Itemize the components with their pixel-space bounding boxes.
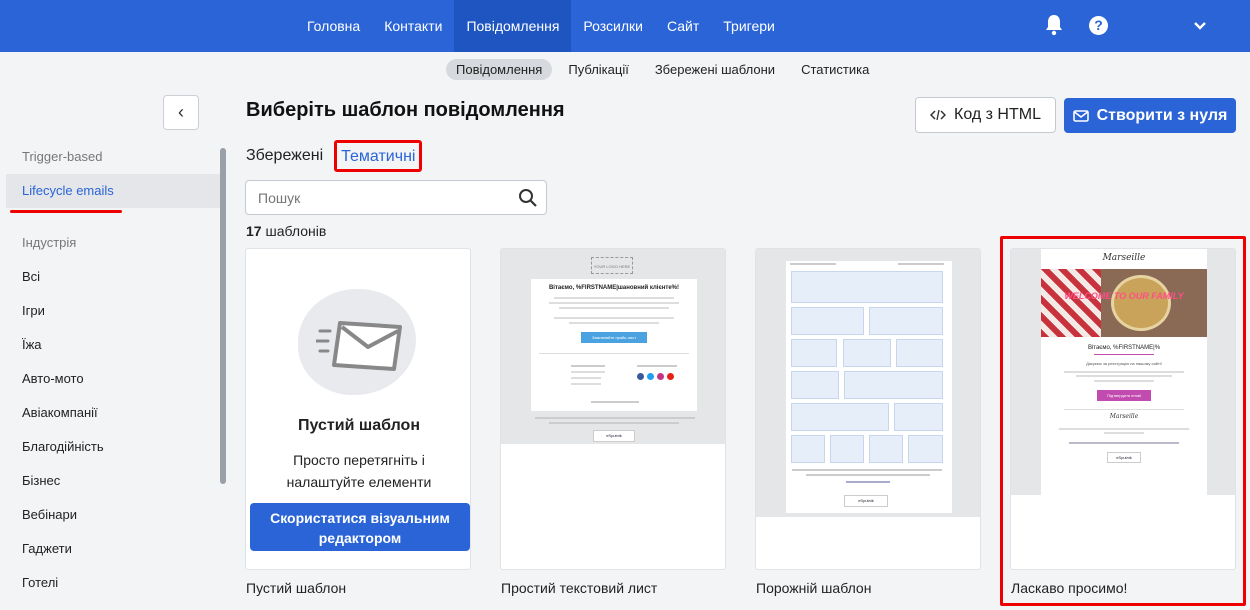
sidebar-item-all[interactable]: Всі [0, 260, 220, 294]
sidebar-item-charity[interactable]: Благодійність [0, 430, 220, 464]
templates-count-label: шаблонів [265, 223, 327, 239]
sidebar-section-industry: Індустрія [22, 235, 77, 250]
search-icon[interactable] [518, 188, 538, 208]
html-code-button[interactable]: Код з HTML [915, 97, 1056, 133]
subnav-item-saved-templates[interactable]: Збережені шаблони [645, 59, 785, 80]
tab-saved[interactable]: Збережені [246, 147, 323, 165]
template-card-blank-layout[interactable]: eSputnik [755, 248, 981, 570]
chevron-left-icon: ‹ [178, 102, 184, 122]
sidebar-scrollbar[interactable] [220, 148, 226, 484]
envelope-icon [1072, 109, 1089, 122]
nav-item-campaigns[interactable]: Розсилки [571, 0, 655, 52]
collapse-sidebar-button[interactable]: ‹ [163, 95, 199, 130]
sub-navigation: Повідомлення Публікації Збережені шаблон… [446, 59, 879, 80]
chevron-down-icon[interactable] [1193, 19, 1207, 33]
highlight-box [1000, 236, 1246, 606]
sidebar-item-trigger-based[interactable]: Trigger-based [0, 140, 220, 174]
brand-logo: eSputnik [844, 495, 888, 507]
twitter-icon [647, 373, 654, 380]
sidebar-item-hotels[interactable]: Готелі [0, 566, 220, 600]
sidebar-item-auto-moto[interactable]: Авто-мото [0, 362, 220, 396]
search-input[interactable] [246, 181, 496, 214]
sidebar-item-business[interactable]: Бізнес [0, 464, 220, 498]
code-icon [930, 109, 946, 121]
empty-template-title: Пустий шаблон [298, 417, 420, 434]
subnav-item-publications[interactable]: Публікації [558, 59, 638, 80]
preview-cta: Замовляйте прайс-лист [581, 332, 647, 343]
tab-thematic[interactable]: Тематичні [334, 140, 423, 172]
sidebar-item-lifecycle-emails[interactable]: Lifecycle emails [6, 174, 220, 213]
active-underline [10, 210, 122, 213]
sidebar-item-food[interactable]: Їжа [0, 328, 220, 362]
nav-item-triggers[interactable]: Тригери [711, 0, 787, 52]
subnav-item-messages[interactable]: Повідомлення [446, 59, 553, 80]
template-card-simple-text[interactable]: YOUR LOGO HERE Вітаємо, %FIRSTNAME|шанов… [500, 248, 726, 570]
template-card-empty[interactable]: Пустий шаблон Просто перетягніть і налаш… [245, 248, 471, 570]
sidebar-item-airlines[interactable]: Авіакомпанії [0, 396, 220, 430]
template-caption: Порожній шаблон [756, 580, 872, 596]
empty-template-description: Просто перетягніть і налаштуйте елементи [286, 452, 432, 490]
help-icon[interactable]: ? [1089, 16, 1108, 35]
html-code-button-label: Код з HTML [954, 106, 1041, 123]
sidebar-item-games[interactable]: Ігри [0, 294, 220, 328]
instagram-icon [657, 373, 664, 380]
create-button-label: Створити з нуля [1096, 106, 1228, 124]
preview-body: eSputnik [786, 261, 952, 513]
nav-item-home[interactable]: Головна [295, 0, 372, 52]
template-tabs: Збережені Тематичні [246, 140, 423, 172]
nav-item-contacts[interactable]: Контакти [372, 0, 454, 52]
top-navigation: Головна Контакти Повідомлення Розсилки С… [295, 0, 787, 52]
logo-placeholder: YOUR LOGO HERE [591, 257, 633, 274]
preview-greeting: Вітаємо, %FIRSTNAME|шановний клієнте%! [548, 285, 680, 291]
create-from-scratch-button[interactable]: Створити з нуля [1064, 98, 1236, 133]
bell-icon[interactable] [1044, 14, 1064, 36]
search-box [245, 180, 547, 215]
envelope-icon [316, 321, 402, 371]
youtube-icon [667, 373, 674, 380]
nav-item-messages[interactable]: Повідомлення [454, 0, 572, 52]
sidebar-item-webinars[interactable]: Вебінари [0, 498, 220, 532]
template-caption: Пустий шаблон [246, 580, 347, 596]
use-visual-editor-button[interactable]: Скористатися візуальним редактором [250, 503, 470, 551]
templates-count-number: 17 [246, 223, 262, 239]
nav-item-site[interactable]: Сайт [655, 0, 711, 52]
brand-logo: eSputnik [593, 430, 635, 442]
page-title: Виберіть шаблон повідомлення [246, 99, 565, 121]
sidebar: Trigger-based Lifecycle emails Індустрія… [0, 140, 220, 600]
facebook-icon [637, 373, 644, 380]
subnav-item-statistics[interactable]: Статистика [791, 59, 879, 80]
preview-body: Вітаємо, %FIRSTNAME|шановний клієнте%! З… [531, 279, 697, 411]
sidebar-item-gadgets[interactable]: Гаджети [0, 532, 220, 566]
template-caption: Простий текстовий лист [501, 580, 658, 596]
templates-count: 17 шаблонів [246, 223, 326, 239]
sidebar-item-label: Lifecycle emails [22, 183, 114, 198]
